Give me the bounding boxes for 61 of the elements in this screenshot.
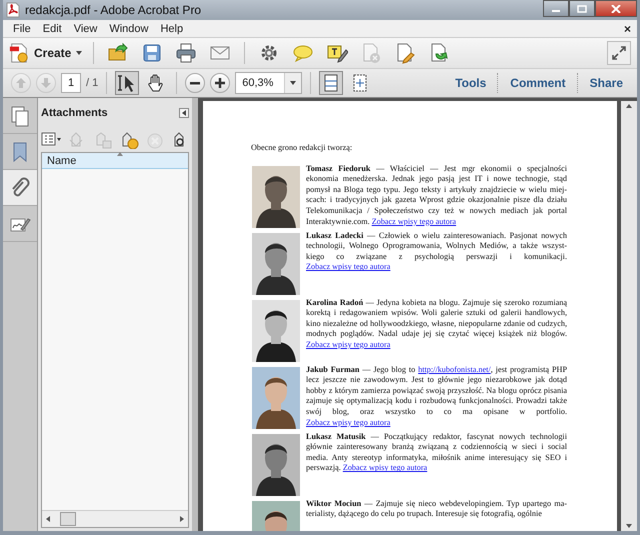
close-icon <box>611 4 621 12</box>
column-header[interactable]: Name <box>47 154 76 166</box>
save-icon[interactable] <box>141 42 164 64</box>
author-bio: Lukasz Matusik — Początkujący redaktor, fascynat nowych technologii głównie zainteresowany branżą związaną z codziennością w sieci i social media. Anty stereotyp informatyka, miłośnik anime interesujący się SEO i perswazją. Zobacz wpisy tego autora <box>306 432 567 474</box>
zoom-out-button[interactable] <box>185 73 206 93</box>
select-tool-button[interactable] <box>115 71 140 95</box>
menu-item[interactable]: View <box>68 22 104 34</box>
left-arrow-icon <box>182 110 186 116</box>
vertical-scrollbar[interactable] <box>621 101 637 531</box>
down-arrow-icon <box>40 77 52 89</box>
pane-tab[interactable]: Tools <box>449 76 492 90</box>
author-link[interactable]: Zobacz wpisy tego autora <box>306 340 390 349</box>
menu-item[interactable]: Window <box>103 22 154 34</box>
scroll-thumb[interactable] <box>60 512 76 526</box>
document-heading: Obecne grono redakcji tworzą: <box>251 143 354 154</box>
author-link[interactable]: Zobacz wpisy tego autora <box>306 418 390 427</box>
zoom-dropdown[interactable]: 60,3% <box>235 72 302 94</box>
create-button[interactable]: Create <box>9 42 82 64</box>
zoom-in-button[interactable] <box>210 73 230 93</box>
panel-title: Attachments <box>41 107 108 119</box>
caret-icon <box>76 51 82 55</box>
maximize-button[interactable] <box>569 0 595 17</box>
author-link[interactable]: Zobacz wpisy tego autora <box>306 262 390 272</box>
create-icon <box>9 42 29 64</box>
window-title: redakcja.pdf - Adobe Acrobat Pro <box>25 3 202 17</box>
up-arrow-icon[interactable] <box>626 104 632 108</box>
menu-item[interactable]: File <box>7 22 37 34</box>
author-link[interactable]: http://kubofonista.net/ <box>418 364 491 374</box>
pages-icon <box>9 104 31 126</box>
plus-icon <box>214 77 226 89</box>
close-button[interactable] <box>595 0 637 17</box>
author-bio: Jakub Furman — Jego blog to http://kubofonista.net/, jest programistą PHP lecz jeszcze nie zawodowym. Jest to głównie jego niezarobkowe jak dotąd hobby z którym zamierza powiązać swoją przyszłość. Na blogu oprócz pisania zajmuje się optymalizacją kodu i rozbudową funkcjonalności. Prowadzi także swój blog, oraz wszystko to co ma opisane w portfolio. Zobacz wpisy tego autora <box>306 364 567 428</box>
author-link[interactable]: Zobacz wpisy tego autora <box>342 463 428 472</box>
left-arrow-icon[interactable] <box>46 516 50 522</box>
pdf-icon <box>6 2 20 18</box>
close-document-button[interactable]: × <box>624 22 631 36</box>
author-link[interactable]: Zobacz wpisy tego autora <box>372 216 456 226</box>
pane-tab[interactable]: Comment <box>504 76 572 90</box>
author-bio: Tomasz Fiedoruk — Właściciel — Jest mgr ekonomii o specjalności ekonomia menedżerska. Jednak jego pasją jest IT i nowe technogie, stąd pomysł na Bloga tego typu. Jego teksty i artykuły znajdziecie w wielu miej-scach: i tradycyjnych jak gazeta Wprost gdzie okazjonalnie pisze dla działu Telekomunikacja / Społeczeństwo czy też w nowych mediach jak portal Interaktywnie.com. Zobacz wpisy tego autora <box>306 164 567 228</box>
horizontal-scrollbar[interactable] <box>42 510 188 527</box>
pane-tab[interactable]: Share <box>584 76 629 90</box>
sort-icon <box>117 152 123 156</box>
minimize-button[interactable] <box>543 0 569 17</box>
page-count: / 1 <box>86 77 98 89</box>
menu-item[interactable]: Help <box>154 22 190 34</box>
page-number-field[interactable]: 1 <box>61 73 81 93</box>
author-bio: Karolina Radoń — Jedyna kobieta na blogu. Zajmuje się szeroko rozumianą korektą i redagowaniem wpisów. Woli galerie sztuki od galerii handlowych, kino niezależne od hollywoodzkiego, własne, niepopularne zdanie od cudzych, modnych poglądów. Nadal udaje jej się czytać więcej książek niż blogów. Zobacz wpisy tego autora <box>306 298 567 351</box>
print-icon[interactable] <box>175 42 198 64</box>
sidebar-tab[interactable] <box>3 170 37 206</box>
down-arrow-icon[interactable] <box>626 524 632 528</box>
author-bio: Wiktor Mociun — Zajmuje się nieco webdevelopingiem. Typ upartego ma-terialisty, dążącego do celu po trupach. Interesuje się fotografią, ogólnie <box>306 498 567 520</box>
collapse-panel-button[interactable] <box>179 108 189 118</box>
author-bio: Lukasz Ladecki — Człowiek o wielu zainteresowaniach. Pasjonat nowych technologii, Wolnego Oprogramowania, Wolnych Mediów, a także wszyst-kiego co związane z psychologią perswazji i komunikacji. Zobacz wpisy tego autora <box>306 230 567 273</box>
fit-page-button[interactable] <box>319 71 344 95</box>
caret-icon <box>290 81 296 85</box>
fullscreen-button[interactable] <box>607 41 631 65</box>
right-arrow-icon[interactable] <box>180 516 184 522</box>
expand-icon <box>611 45 627 61</box>
up-arrow-icon <box>15 77 27 89</box>
menu-item[interactable]: Edit <box>36 22 68 34</box>
maximize-icon <box>577 4 587 12</box>
